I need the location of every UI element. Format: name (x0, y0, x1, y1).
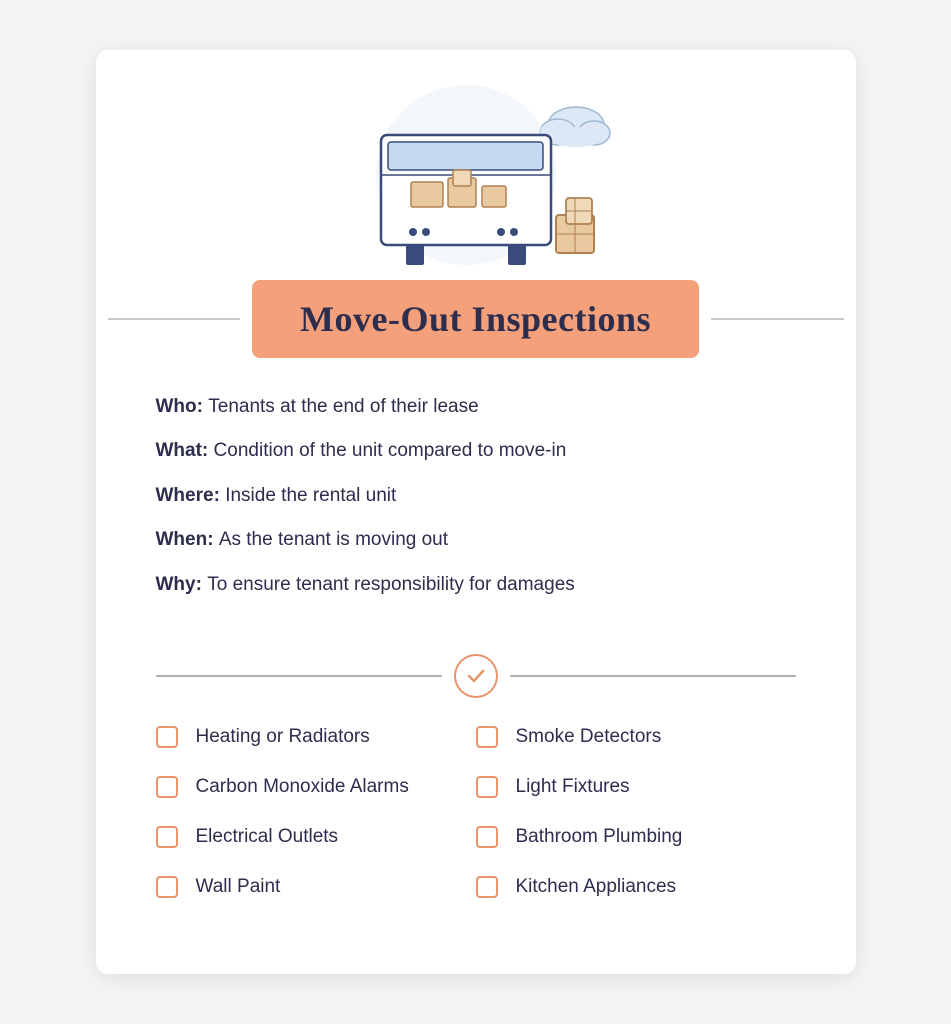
list-item: Bathroom Plumbing (476, 826, 796, 848)
info-label-what: What: (156, 440, 214, 461)
truck-illustration (326, 70, 626, 280)
checklist-item-label: Electrical Outlets (196, 826, 339, 848)
info-text-where: Inside the rental unit (225, 485, 396, 506)
checklist-item-label: Light Fixtures (516, 776, 630, 798)
checkbox-icon (156, 826, 178, 848)
checklist-item-label: Smoke Detectors (516, 726, 662, 748)
info-text-what: Condition of the unit compared to move-i… (214, 440, 567, 461)
checklist-col-left: Heating or Radiators Carbon Monoxide Ala… (156, 726, 476, 926)
checklist-item-label: Kitchen Appliances (516, 876, 677, 898)
title-banner: Move-Out Inspections (252, 280, 699, 358)
check-circle (454, 654, 498, 698)
info-text-who: Tenants at the end of their lease (208, 396, 478, 417)
checkbox-icon (156, 776, 178, 798)
info-text-when: As the tenant is moving out (219, 529, 448, 550)
main-card: Move-Out Inspections Who: Tenants at the… (96, 50, 856, 975)
info-section: Who: Tenants at the end of their lease W… (96, 358, 856, 637)
info-row-what: What: Condition of the unit compared to … (156, 438, 796, 465)
info-label-why: Why: (156, 574, 208, 595)
checkbox-icon (476, 726, 498, 748)
checkbox-icon (156, 876, 178, 898)
list-item: Smoke Detectors (476, 726, 796, 748)
checkmark-icon (465, 665, 487, 687)
list-item: Heating or Radiators (156, 726, 476, 748)
page-title: Move-Out Inspections (300, 298, 651, 340)
list-item: Electrical Outlets (156, 826, 476, 848)
checklist-section: Heating or Radiators Carbon Monoxide Ala… (96, 726, 856, 926)
info-row-when: When: As the tenant is moving out (156, 527, 796, 554)
info-row-where: Where: Inside the rental unit (156, 483, 796, 510)
checklist-col-right: Smoke Detectors Light Fixtures Bathroom … (476, 726, 796, 926)
checkbox-icon (476, 876, 498, 898)
checklist-item-label: Bathroom Plumbing (516, 826, 683, 848)
title-banner-wrapper: Move-Out Inspections (96, 280, 856, 358)
checkbox-icon (476, 826, 498, 848)
checklist-item-label: Wall Paint (196, 876, 281, 898)
checkbox-icon (476, 776, 498, 798)
info-row-why: Why: To ensure tenant responsibility for… (156, 572, 796, 599)
info-text-why: To ensure tenant responsibility for dama… (207, 574, 575, 595)
info-label-where: Where: (156, 485, 226, 506)
info-label-who: Who: (156, 396, 209, 417)
title-line-right (711, 318, 844, 320)
list-item: Light Fixtures (476, 776, 796, 798)
illustration-area (96, 50, 856, 280)
title-line-left (108, 318, 241, 320)
checklist-item-label: Heating or Radiators (196, 726, 370, 748)
divider-line-left (156, 675, 442, 677)
checkbox-icon (156, 726, 178, 748)
divider-check (156, 654, 796, 698)
info-label-when: When: (156, 529, 219, 550)
divider-line-right (510, 675, 796, 677)
list-item: Carbon Monoxide Alarms (156, 776, 476, 798)
checklist-item-label: Carbon Monoxide Alarms (196, 776, 409, 798)
info-row-who: Who: Tenants at the end of their lease (156, 394, 796, 421)
list-item: Kitchen Appliances (476, 876, 796, 898)
list-item: Wall Paint (156, 876, 476, 898)
